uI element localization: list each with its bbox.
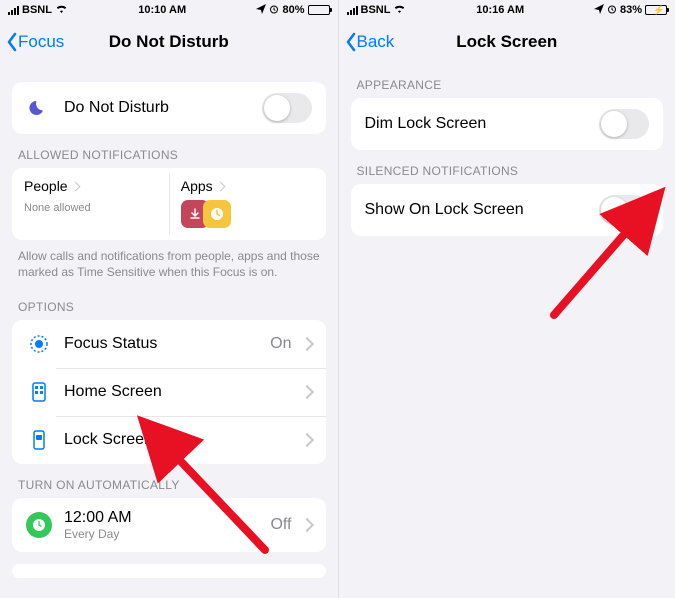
home-screen-label: Home Screen	[64, 383, 298, 401]
signal-icon	[347, 6, 358, 15]
home-screen-row[interactable]: Home Screen	[12, 368, 326, 416]
options-header: OPTIONS	[12, 286, 326, 320]
battery-icon: ⚡	[645, 5, 667, 15]
dnd-toggle-row[interactable]: Do Not Disturb	[12, 82, 326, 134]
apps-cell[interactable]: Apps	[169, 168, 326, 240]
auto-card: 12:00 AM Every Day Off	[12, 498, 326, 552]
clock: 10:10 AM	[138, 4, 186, 16]
nav-bar: Back Lock Screen	[339, 20, 675, 64]
page-title: Lock Screen	[456, 32, 557, 52]
focus-status-label: Focus Status	[64, 335, 270, 353]
battery-icon	[308, 5, 330, 15]
signal-icon	[8, 6, 19, 15]
schedule-value: Off	[270, 516, 291, 534]
silenced-header: SILENCED NOTIFICATIONS	[351, 150, 664, 184]
app-icons	[181, 200, 314, 228]
location-icon	[594, 4, 604, 17]
people-cell[interactable]: People None allowed	[12, 168, 169, 240]
silenced-card: Show On Lock Screen	[351, 184, 664, 236]
show-row[interactable]: Show On Lock Screen	[351, 184, 664, 236]
options-card: Focus Status On Home Screen Lock Screen	[12, 320, 326, 464]
status-bar: BSNL 10:10 AM 80%	[0, 0, 338, 20]
clock: 10:16 AM	[476, 4, 524, 16]
show-toggle[interactable]	[599, 195, 649, 225]
battery-percent: 83%	[620, 4, 642, 16]
appearance-card: Dim Lock Screen	[351, 98, 664, 150]
lock-screen-icon	[26, 427, 52, 453]
right-phone: BSNL 10:16 AM 83% ⚡ Back Lock Screen APP…	[338, 0, 675, 598]
moon-icon	[26, 95, 52, 121]
battery-percent: 80%	[282, 4, 304, 16]
people-sub: None allowed	[24, 202, 157, 214]
wifi-icon	[393, 4, 406, 17]
carrier-label: BSNL	[361, 4, 391, 16]
dnd-toggle-card: Do Not Disturb	[12, 82, 326, 134]
dim-row[interactable]: Dim Lock Screen	[351, 98, 664, 150]
chevron-left-icon	[6, 32, 18, 52]
content-scroll[interactable]: APPEARANCE Dim Lock Screen SILENCED NOTI…	[339, 64, 675, 598]
left-phone: BSNL 10:10 AM 80% Focus Do Not Disturb D	[0, 0, 338, 598]
app-icon-2	[203, 200, 231, 228]
partial-card	[12, 564, 326, 578]
back-button[interactable]: Focus	[6, 32, 64, 52]
appearance-header: APPEARANCE	[351, 64, 664, 98]
nav-bar: Focus Do Not Disturb	[0, 20, 338, 64]
focus-status-icon	[26, 331, 52, 357]
alarm-icon	[269, 4, 279, 17]
allowed-header: ALLOWED NOTIFICATIONS	[12, 134, 326, 168]
content-scroll[interactable]: Do Not Disturb ALLOWED NOTIFICATIONS Peo…	[0, 64, 338, 598]
alarm-icon	[607, 4, 617, 17]
home-screen-icon	[26, 379, 52, 405]
schedule-row[interactable]: 12:00 AM Every Day Off	[12, 498, 326, 552]
people-label: People	[24, 178, 157, 194]
back-label: Focus	[18, 32, 64, 52]
location-icon	[256, 4, 266, 17]
apps-label: Apps	[181, 178, 314, 194]
focus-status-row[interactable]: Focus Status On	[12, 320, 326, 368]
schedule-label: 12:00 AM	[64, 509, 270, 527]
chevron-left-icon	[345, 32, 357, 52]
dnd-label: Do Not Disturb	[64, 99, 262, 117]
page-title: Do Not Disturb	[109, 32, 229, 52]
allowed-card: People None allowed Apps	[12, 168, 326, 240]
auto-header: TURN ON AUTOMATICALLY	[12, 464, 326, 498]
allowed-footer: Allow calls and notifications from peopl…	[12, 240, 326, 286]
clock-icon	[26, 512, 52, 538]
dim-label: Dim Lock Screen	[365, 115, 600, 133]
schedule-sub: Every Day	[64, 527, 270, 541]
wifi-icon	[55, 4, 68, 17]
back-label: Back	[357, 32, 395, 52]
lock-screen-row[interactable]: Lock Screen	[12, 416, 326, 464]
show-label: Show On Lock Screen	[365, 201, 600, 219]
carrier-label: BSNL	[22, 4, 52, 16]
lock-screen-label: Lock Screen	[64, 431, 298, 449]
dim-toggle[interactable]	[599, 109, 649, 139]
dnd-toggle[interactable]	[262, 93, 312, 123]
focus-status-value: On	[270, 335, 291, 353]
status-bar: BSNL 10:16 AM 83% ⚡	[339, 0, 675, 20]
back-button[interactable]: Back	[345, 32, 395, 52]
